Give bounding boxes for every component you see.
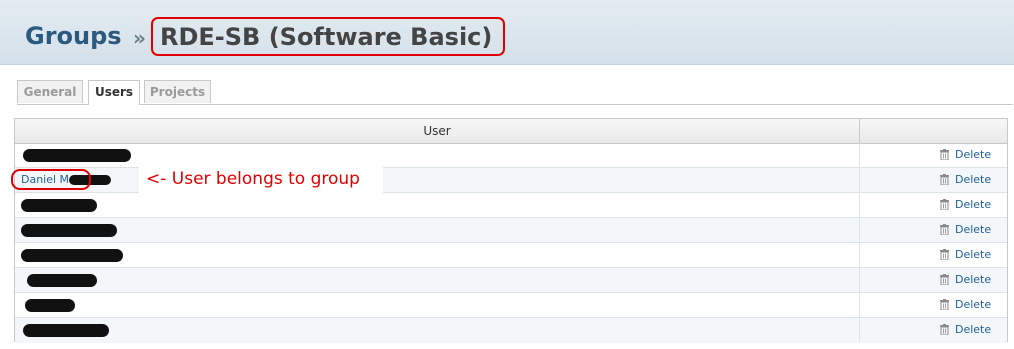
delete-label: Delete (955, 273, 992, 286)
user-cell (15, 293, 860, 317)
table-row: Delete (15, 268, 1007, 293)
tab-general[interactable]: General (17, 80, 83, 103)
delete-button[interactable]: Delete (940, 323, 991, 337)
page-header: Groups » RDE-SB (Software Basic) (0, 0, 1014, 65)
delete-button[interactable]: Delete (940, 148, 991, 162)
user-cell (15, 243, 860, 267)
table-row: Delete (15, 218, 1007, 243)
trash-icon (940, 149, 949, 160)
delete-button[interactable]: Delete (940, 273, 991, 287)
table-row: Delete (15, 143, 1007, 168)
delete-label: Delete (955, 248, 992, 261)
trash-icon (940, 299, 949, 310)
table-row: Delete (15, 293, 1007, 318)
users-table: User Delete Daniel M Delete Delete Delet… (14, 118, 1008, 343)
groups-breadcrumb-link[interactable]: Groups (25, 20, 122, 52)
table-row: Delete (15, 318, 1007, 343)
annotation-highlight-circle (11, 169, 91, 190)
breadcrumb-separator: » (133, 26, 146, 50)
tab-bar: General Users Projects (17, 80, 1013, 105)
table-header: User (15, 119, 1007, 144)
trash-icon (940, 224, 949, 235)
trash-icon (940, 249, 949, 260)
redacted-user-name (27, 274, 97, 287)
delete-button[interactable]: Delete (940, 223, 991, 237)
delete-label: Delete (955, 323, 992, 336)
trash-icon (940, 199, 949, 210)
delete-button[interactable]: Delete (940, 248, 991, 262)
delete-label: Delete (955, 148, 992, 161)
trash-icon (940, 324, 949, 335)
delete-label: Delete (955, 198, 992, 211)
tab-projects[interactable]: Projects (144, 80, 211, 103)
delete-button[interactable]: Delete (940, 198, 991, 212)
user-cell (15, 143, 860, 167)
delete-button[interactable]: Delete (940, 173, 991, 187)
table-row: Delete (15, 193, 1007, 218)
user-cell (15, 318, 860, 342)
redacted-user-name (21, 199, 97, 212)
delete-label: Delete (955, 173, 992, 186)
delete-label: Delete (955, 298, 992, 311)
redacted-user-name (25, 299, 75, 312)
table-row: Delete (15, 243, 1007, 268)
page-title: RDE-SB (Software Basic) (151, 17, 505, 56)
user-cell (15, 218, 860, 242)
annotation-callout: <- User belongs to group (139, 166, 383, 193)
user-column-header[interactable]: User (15, 119, 860, 143)
redacted-user-name (21, 249, 123, 262)
delete-label: Delete (955, 223, 992, 236)
delete-button[interactable]: Delete (940, 298, 991, 312)
redacted-user-name (23, 324, 109, 337)
user-cell (15, 268, 860, 292)
redacted-user-name (21, 224, 117, 237)
redacted-user-name (23, 149, 131, 162)
user-cell (15, 193, 860, 217)
tab-users[interactable]: Users (88, 80, 140, 105)
trash-icon (940, 174, 949, 185)
trash-icon (940, 274, 949, 285)
